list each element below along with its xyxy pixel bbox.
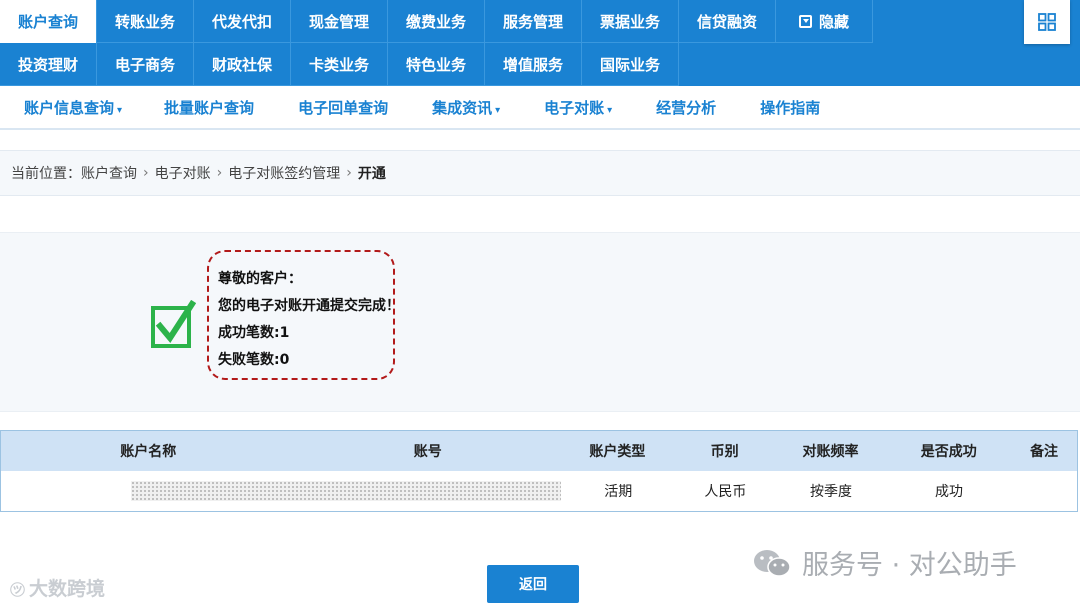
- table-row: 活期 人民币 按季度 成功: [1, 471, 1077, 511]
- breadcrumb-item[interactable]: 账户查询: [81, 163, 137, 183]
- table-header: 账户名称 账号 账户类型 币别 对账频率 是否成功 备注: [1, 431, 1077, 471]
- watermark-right-text: 服务号 · 对公助手: [802, 550, 1017, 581]
- redacted-area: [131, 481, 561, 501]
- tab-value-added[interactable]: 增值服务: [485, 43, 582, 86]
- subnav-guide[interactable]: 操作指南: [760, 97, 820, 118]
- wechat-icon: [754, 549, 791, 577]
- top-nav: 账户查询 转账业务 代发代扣 现金管理 缴费业务 服务管理 票据业务 信贷融资 …: [0, 0, 1080, 86]
- status-message: 您的电子对账开通提交完成！: [218, 298, 400, 314]
- subnav-e-reconciliation[interactable]: 电子对账 ▾: [544, 97, 612, 118]
- subnav-label: 电子对账: [544, 98, 605, 117]
- subnav-integrated-info[interactable]: 集成资讯 ▾: [432, 97, 500, 118]
- result-table: 账户名称 账号 账户类型 币别 对账频率 是否成功 备注 活期 人民币 按季度 …: [0, 430, 1078, 512]
- result-message: 尊敬的客户： 您的电子对账开通提交完成！ 成功笔数:1 失败笔数:0: [207, 250, 400, 380]
- app-grid-button[interactable]: [1024, 0, 1070, 44]
- top-nav-row-2: 投资理财 电子商务 财政社保 卡类业务 特色业务 增值服务 国际业务: [0, 43, 679, 86]
- breadcrumb-prefix: 当前位置：: [11, 166, 81, 182]
- subnav-label: 集成资讯: [432, 98, 493, 117]
- subnav-label: 账户信息查询: [24, 98, 115, 117]
- watermark-right: 服务号 · 对公助手: [752, 543, 1017, 582]
- col-success: 是否成功: [920, 444, 977, 460]
- cell-success: 成功: [934, 484, 963, 500]
- breadcrumb: 当前位置： 账户查询 › 电子对账 › 电子对账签约管理 › 开通: [0, 150, 1080, 196]
- tab-card-services[interactable]: 卡类业务: [291, 43, 388, 86]
- cell-currency: 人民币: [704, 484, 747, 500]
- tab-cash-management[interactable]: 现金管理: [291, 0, 388, 43]
- subnav-business-analysis[interactable]: 经营分析: [656, 97, 716, 118]
- success-count: 成功笔数:1: [218, 325, 290, 341]
- col-account-type: 账户类型: [589, 444, 646, 460]
- col-currency: 币别: [710, 444, 739, 460]
- top-nav-row-1: 账户查询 转账业务 代发代扣 现金管理 缴费业务 服务管理 票据业务 信贷融资 …: [0, 0, 873, 43]
- tab-service-management[interactable]: 服务管理: [485, 0, 582, 43]
- tab-international[interactable]: 国际业务: [582, 43, 679, 86]
- collapse-icon: [798, 14, 812, 28]
- breadcrumb-current: 开通: [357, 166, 386, 182]
- tab-transfer[interactable]: 转账业务: [97, 0, 194, 43]
- grid-icon: [1038, 13, 1056, 31]
- tab-investment[interactable]: 投资理财: [0, 43, 97, 86]
- col-frequency: 对账频率: [802, 444, 859, 460]
- failure-count: 失败笔数:0: [218, 352, 290, 368]
- cell-account-type: 活期: [604, 484, 633, 500]
- tab-fiscal-social-security[interactable]: 财政社保: [194, 43, 291, 86]
- sub-nav: 账户信息查询 ▾ 批量账户查询 电子回单查询 集成资讯 ▾ 电子对账 ▾ 经营分析 操…: [0, 86, 1080, 130]
- breadcrumb-item[interactable]: 电子对账签约管理: [228, 163, 340, 183]
- cell-note: [1011, 471, 1077, 511]
- greeting: 尊敬的客户：: [218, 271, 302, 287]
- tab-payroll[interactable]: 代发代扣: [194, 0, 291, 43]
- col-account-number: 账号: [413, 444, 442, 460]
- tab-ecommerce[interactable]: 电子商务: [97, 43, 194, 86]
- hide-label: 隐藏: [818, 12, 849, 31]
- chevron-right-icon: ›: [143, 165, 149, 181]
- watermark-left-text: 大数跨境: [29, 578, 106, 600]
- return-button[interactable]: 返回: [487, 565, 579, 603]
- subnav-batch-account[interactable]: 批量账户查询: [164, 97, 254, 118]
- tab-credit-financing[interactable]: 信贷融资: [679, 0, 776, 43]
- success-check-icon: [151, 300, 196, 348]
- tab-account-query[interactable]: 账户查询: [0, 0, 97, 43]
- cell-frequency: 按季度: [809, 484, 852, 500]
- tab-payment[interactable]: 缴费业务: [388, 0, 485, 43]
- subnav-account-info[interactable]: 账户信息查询 ▾: [24, 97, 122, 118]
- watermark-logo-icon: ㋡: [10, 581, 26, 599]
- chevron-down-icon: ▾: [495, 104, 501, 116]
- breadcrumb-item[interactable]: 电子对账: [155, 163, 211, 183]
- chevron-down-icon: ▾: [117, 104, 123, 116]
- col-account-name: 账户名称: [120, 444, 177, 460]
- subnav-e-receipt[interactable]: 电子回单查询: [298, 97, 388, 118]
- hide-nav-button[interactable]: 隐藏: [776, 0, 873, 43]
- chevron-right-icon: ›: [216, 165, 223, 181]
- col-note: 备注: [1030, 444, 1059, 460]
- masked-account-info: [1, 471, 561, 511]
- chevron-right-icon: ›: [346, 165, 352, 181]
- tab-bills[interactable]: 票据业务: [582, 0, 679, 43]
- tab-featured-services[interactable]: 特色业务: [388, 43, 485, 86]
- chevron-down-icon: ▾: [607, 104, 613, 116]
- watermark-left: ㋡大数跨境: [10, 574, 105, 601]
